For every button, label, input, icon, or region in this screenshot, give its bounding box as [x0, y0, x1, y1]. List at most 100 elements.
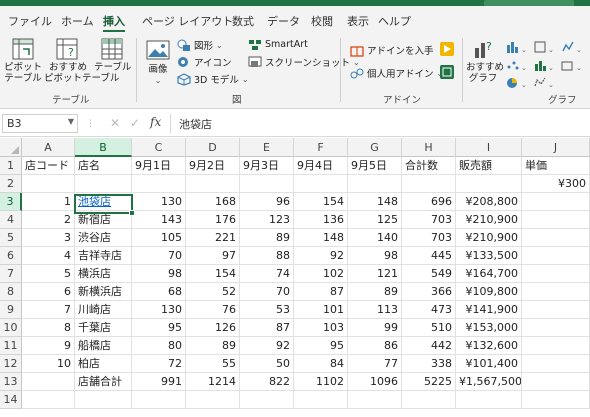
cell-c10[interactable]: 95	[132, 319, 186, 337]
recommended-charts-icon[interactable]: ?	[473, 38, 495, 60]
cell-j11[interactable]	[522, 337, 590, 355]
cell-a2[interactable]	[22, 175, 75, 193]
cell-b9[interactable]: 川崎店	[75, 301, 132, 319]
cell-e6[interactable]: 88	[240, 247, 294, 265]
cell-a5[interactable]: 3	[22, 229, 75, 247]
cancel-icon[interactable]: ✕	[110, 116, 120, 130]
table-icon[interactable]	[101, 38, 123, 60]
cell-j8[interactable]	[522, 283, 590, 301]
cell-f8[interactable]: 87	[294, 283, 348, 301]
smartart-button[interactable]: SmartArt	[248, 38, 308, 51]
cell-a8[interactable]: 6	[22, 283, 75, 301]
cell-e12[interactable]: 50	[240, 355, 294, 373]
cell-c7[interactable]: 98	[132, 265, 186, 283]
people-graph-icon[interactable]	[440, 65, 454, 79]
cell-a3[interactable]: 1	[22, 193, 75, 211]
cell-b13[interactable]: 店舗合計	[75, 373, 132, 391]
cell-h1[interactable]: 合計数	[402, 157, 456, 175]
cell-c5[interactable]: 105	[132, 229, 186, 247]
pivot-table-button[interactable]: ピボット テーブル	[4, 62, 42, 84]
column-header-h[interactable]: H	[402, 138, 456, 157]
bing-maps-icon[interactable]	[440, 42, 454, 56]
cell-j1[interactable]: 単価	[522, 157, 590, 175]
cell-f4[interactable]: 136	[294, 211, 348, 229]
cell-b6[interactable]: 吉祥寺店	[75, 247, 132, 265]
cell-g6[interactable]: 98	[348, 247, 402, 265]
shapes-button[interactable]: 図形 ⌄	[177, 38, 223, 52]
cell-f13[interactable]: 1102	[294, 373, 348, 391]
cell-g2[interactable]	[348, 175, 402, 193]
chart-types-gallery[interactable]: ⌄ ⌄ ⌄ ⌄ ⌄ ⌄ ⌄ ⌄	[505, 39, 585, 89]
cell-f11[interactable]: 95	[294, 337, 348, 355]
cell-d8[interactable]: 52	[186, 283, 240, 301]
cell-c8[interactable]: 68	[132, 283, 186, 301]
cell-g14[interactable]	[348, 391, 402, 409]
cell-j2[interactable]: ¥300	[522, 175, 590, 193]
tab-page-layout[interactable]: ページ レイアウト	[142, 13, 233, 29]
tab-data[interactable]: データ	[267, 13, 300, 29]
row-header-2[interactable]: 2	[0, 175, 22, 193]
cell-j9[interactable]	[522, 301, 590, 319]
cell-a10[interactable]: 8	[22, 319, 75, 337]
cell-d11[interactable]: 89	[186, 337, 240, 355]
cell-d12[interactable]: 55	[186, 355, 240, 373]
cell-f10[interactable]: 103	[294, 319, 348, 337]
cell-a7[interactable]: 5	[22, 265, 75, 283]
cell-d13[interactable]: 1214	[186, 373, 240, 391]
recommended-pivot-icon[interactable]: ?	[56, 38, 78, 60]
column-header-g[interactable]: G	[348, 138, 402, 157]
cell-e13[interactable]: 822	[240, 373, 294, 391]
screenshot-button[interactable]: スクリーンショット ⌄	[248, 55, 360, 69]
cell-e3[interactable]: 96	[240, 193, 294, 211]
cell-f3[interactable]: 154	[294, 193, 348, 211]
tab-view[interactable]: 表示	[347, 13, 369, 29]
insert-function-icon[interactable]: fx	[150, 115, 161, 129]
cell-c4[interactable]: 143	[132, 211, 186, 229]
cell-h5[interactable]: 703	[402, 229, 456, 247]
check-icon[interactable]: ✓	[130, 116, 140, 130]
cell-i10[interactable]: ¥153,000	[456, 319, 522, 337]
cell-f1[interactable]: 9月4日	[294, 157, 348, 175]
row-header-14[interactable]: 14	[0, 391, 22, 409]
cell-g7[interactable]: 121	[348, 265, 402, 283]
cell-f12[interactable]: 84	[294, 355, 348, 373]
cell-i4[interactable]: ¥210,900	[456, 211, 522, 229]
cell-c13[interactable]: 991	[132, 373, 186, 391]
cell-i1[interactable]: 販売額	[456, 157, 522, 175]
cell-g8[interactable]: 89	[348, 283, 402, 301]
cell-e14[interactable]	[240, 391, 294, 409]
store-name-link[interactable]: 池袋店	[78, 195, 111, 208]
cell-e5[interactable]: 89	[240, 229, 294, 247]
row-header-6[interactable]: 6	[0, 247, 22, 265]
cell-j3[interactable]	[522, 193, 590, 211]
tab-home[interactable]: ホーム	[61, 13, 94, 29]
cell-b1[interactable]: 店名	[75, 157, 132, 175]
cell-d9[interactable]: 76	[186, 301, 240, 319]
cell-i13[interactable]: ¥1,567,500	[456, 373, 522, 391]
cell-i12[interactable]: ¥101,400	[456, 355, 522, 373]
my-addins-button[interactable]: 個人用アドイン ⌄	[350, 66, 443, 80]
cell-i5[interactable]: ¥210,900	[456, 229, 522, 247]
cell-h11[interactable]: 442	[402, 337, 456, 355]
cell-f5[interactable]: 148	[294, 229, 348, 247]
cell-c3[interactable]: 130	[132, 193, 186, 211]
cell-e11[interactable]: 92	[240, 337, 294, 355]
cell-b11[interactable]: 船橋店	[75, 337, 132, 355]
icons-button[interactable]: アイコン	[177, 55, 232, 69]
cell-e2[interactable]	[240, 175, 294, 193]
row-header-9[interactable]: 9	[0, 301, 22, 319]
row-header-5[interactable]: 5	[0, 229, 22, 247]
cell-j12[interactable]	[522, 355, 590, 373]
cell-c12[interactable]: 72	[132, 355, 186, 373]
3d-models-button[interactable]: 3D モデル ⌄	[177, 72, 249, 86]
formula-bar-splitter-icon[interactable]: ⋮	[86, 119, 95, 129]
cell-d2[interactable]	[186, 175, 240, 193]
cell-e1[interactable]: 9月3日	[240, 157, 294, 175]
cell-j10[interactable]	[522, 319, 590, 337]
cell-a11[interactable]: 9	[22, 337, 75, 355]
cell-a6[interactable]: 4	[22, 247, 75, 265]
cell-b5[interactable]: 渋谷店	[75, 229, 132, 247]
image-button[interactable]: 画像 ⌄	[144, 64, 172, 86]
cell-c1[interactable]: 9月1日	[132, 157, 186, 175]
cell-f7[interactable]: 102	[294, 265, 348, 283]
